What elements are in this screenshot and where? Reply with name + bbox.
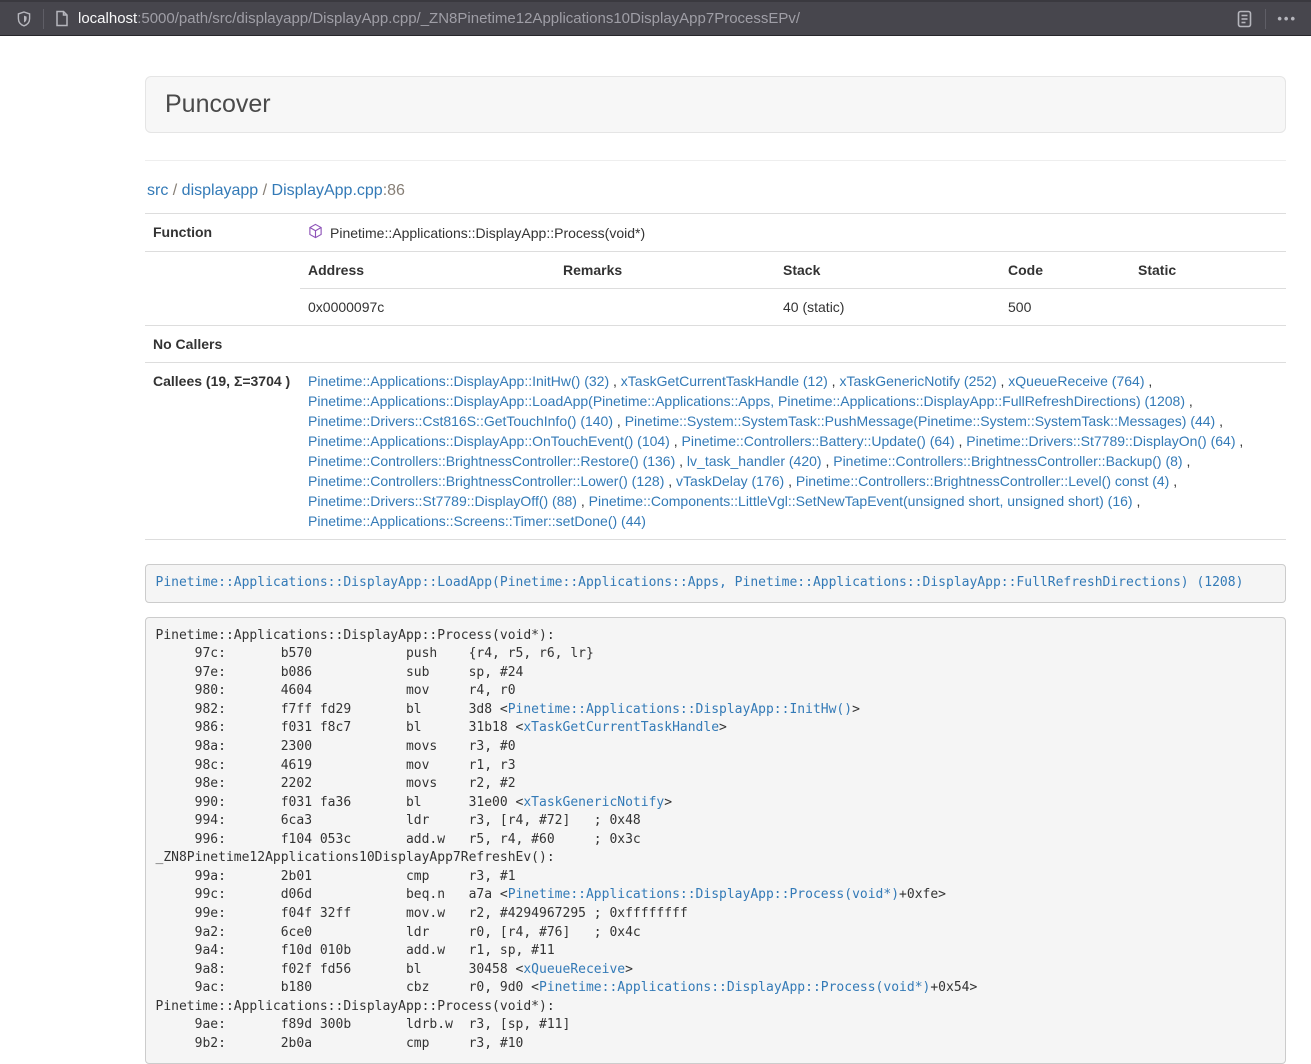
static-value (1130, 289, 1286, 326)
toolbar-divider (43, 9, 44, 29)
callee-separator: , (784, 473, 796, 489)
callee-separator: , (997, 373, 1009, 389)
stats-header-row: AddressRemarksStackCodeStatic (300, 252, 1286, 289)
callee-separator: , (1185, 393, 1193, 409)
breadcrumb-link[interactable]: displayapp (182, 182, 259, 199)
symbol-cube-icon (308, 223, 323, 244)
callee-separator: , (609, 373, 621, 389)
page-info-icon[interactable] (55, 10, 69, 27)
stats-table: AddressRemarksStackCodeStatic 0x0000097c… (300, 252, 1286, 325)
url-path: :5000/path/src/displayapp/DisplayApp.cpp… (137, 10, 800, 27)
callee-separator: , (613, 413, 625, 429)
code-size-value: 500 (1000, 289, 1130, 326)
code-symbol-link[interactable]: xTaskGenericNotify (523, 795, 664, 810)
callees-list: Pinetime::Applications::DisplayApp::Init… (300, 363, 1286, 540)
callee-link[interactable]: Pinetime::Controllers::BrightnessControl… (308, 453, 675, 469)
address-value: 0x0000097c (300, 289, 555, 326)
divider (145, 160, 1286, 161)
function-row: Function Pinetime::Applications::Display… (145, 214, 1286, 252)
column-header-remarks: Remarks (555, 252, 775, 289)
callee-separator: , (828, 373, 840, 389)
url-bar[interactable]: localhost:5000/path/src/displayapp/Displ… (78, 10, 1235, 27)
callee-separator: , (675, 453, 687, 469)
breadcrumb: src / displayapp / DisplayApp.cpp:86 (147, 182, 1286, 200)
callee-link[interactable]: Pinetime::Drivers::St7789::DisplayOff() … (308, 493, 577, 509)
callee-separator: , (955, 433, 967, 449)
callee-separator: , (1183, 453, 1191, 469)
code-symbol-link[interactable]: Pinetime::Applications::DisplayApp::Proc… (508, 887, 899, 902)
code-symbol-link[interactable]: Pinetime::Applications::DisplayApp::Init… (508, 702, 852, 717)
stats-values-row: 0x0000097c 40 (static) 500 (300, 289, 1286, 326)
callee-link[interactable]: Pinetime::Applications::Screens::Timer::… (308, 513, 646, 529)
callee-link[interactable]: xQueueReceive (764) (1008, 373, 1144, 389)
callees-row: Callees (19, Σ=3704 ) Pinetime::Applicat… (145, 363, 1286, 540)
code-symbol-link[interactable]: xQueueReceive (523, 962, 625, 977)
callee-link[interactable]: Pinetime::Components::LittleVgl::SetNewT… (589, 493, 1133, 509)
callee-link[interactable]: vTaskDelay (176) (676, 473, 784, 489)
column-header-code: Code (1000, 252, 1130, 289)
callees-label: Callees (19, Σ=3704 ) (145, 363, 300, 540)
callee-link[interactable]: Pinetime::Drivers::St7789::DisplayOn() (… (966, 433, 1235, 449)
function-name: Pinetime::Applications::DisplayApp::Proc… (330, 223, 645, 243)
callee-link[interactable]: Pinetime::Controllers::BrightnessControl… (833, 453, 1182, 469)
page-container: Puncover src / displayapp / DisplayApp.c… (145, 76, 1286, 1064)
column-header-address: Address (300, 252, 555, 289)
remarks-value (555, 289, 775, 326)
shield-icon[interactable] (16, 10, 32, 28)
browser-toolbar: localhost:5000/path/src/displayapp/Displ… (0, 0, 1311, 36)
app-header: Puncover (145, 76, 1286, 133)
assembly-listing: Pinetime::Applications::DisplayApp::Proc… (145, 617, 1286, 1064)
callee-separator: , (670, 433, 682, 449)
breadcrumb-separator: / (168, 182, 181, 199)
callee-separator: , (577, 493, 589, 509)
callee-separator: , (1169, 473, 1177, 489)
callee-separator: , (664, 473, 676, 489)
callee-link[interactable]: xTaskGenericNotify (252) (839, 373, 996, 389)
function-label: Function (145, 214, 300, 252)
breadcrumb-separator: / (258, 182, 271, 199)
function-table: Function Pinetime::Applications::Display… (145, 213, 1286, 540)
code-symbol-link[interactable]: Pinetime::Applications::DisplayApp::Proc… (539, 980, 930, 995)
column-header-stack: Stack (775, 252, 1000, 289)
code-symbol-link[interactable]: xTaskGetCurrentTaskHandle (523, 720, 719, 735)
toolbar-divider (1265, 9, 1266, 29)
callee-link[interactable]: Pinetime::Controllers::BrightnessControl… (308, 473, 664, 489)
column-header-static: Static (1130, 252, 1286, 289)
callee-link[interactable]: xTaskGetCurrentTaskHandle (12) (621, 373, 828, 389)
callee-separator: , (1215, 413, 1223, 429)
callee-link[interactable]: Pinetime::Applications::DisplayApp::OnTo… (308, 433, 670, 449)
callee-link[interactable]: Pinetime::Controllers::BrightnessControl… (796, 473, 1169, 489)
page-title: Puncover (165, 90, 1266, 119)
callee-link[interactable]: lv_task_handler (420) (687, 453, 822, 469)
snippet-symbol-link[interactable]: Pinetime::Applications::DisplayApp::Load… (156, 575, 1244, 590)
callee-link[interactable]: Pinetime::Controllers::Battery::Update()… (682, 433, 955, 449)
function-name-wrap: Pinetime::Applications::DisplayApp::Proc… (308, 222, 645, 243)
callee-link[interactable]: Pinetime::System::SystemTask::PushMessag… (625, 413, 1216, 429)
callers-row: No Callers (145, 326, 1286, 363)
breadcrumb-link[interactable]: DisplayApp.cpp (272, 182, 383, 199)
stats-row: AddressRemarksStackCodeStatic 0x0000097c… (145, 252, 1286, 326)
callee-separator: , (1133, 493, 1141, 509)
url-host: localhost (78, 10, 137, 27)
reader-view-icon[interactable] (1235, 9, 1254, 29)
code-snippet-box: Pinetime::Applications::DisplayApp::Load… (145, 564, 1286, 603)
no-callers-label: No Callers (145, 326, 300, 363)
callee-link[interactable]: Pinetime::Applications::DisplayApp::Load… (308, 393, 1185, 409)
callee-separator: , (1144, 373, 1152, 389)
callee-separator: , (822, 453, 834, 469)
callee-link[interactable]: Pinetime::Applications::DisplayApp::Init… (308, 373, 609, 389)
stack-value: 40 (static) (775, 289, 1000, 326)
breadcrumb-link[interactable]: src (147, 182, 168, 199)
page-actions-icon[interactable]: ••• (1277, 11, 1297, 26)
breadcrumb-line-number: :86 (383, 182, 405, 199)
callee-link[interactable]: Pinetime::Drivers::Cst816S::GetTouchInfo… (308, 413, 613, 429)
callee-separator: , (1236, 433, 1244, 449)
